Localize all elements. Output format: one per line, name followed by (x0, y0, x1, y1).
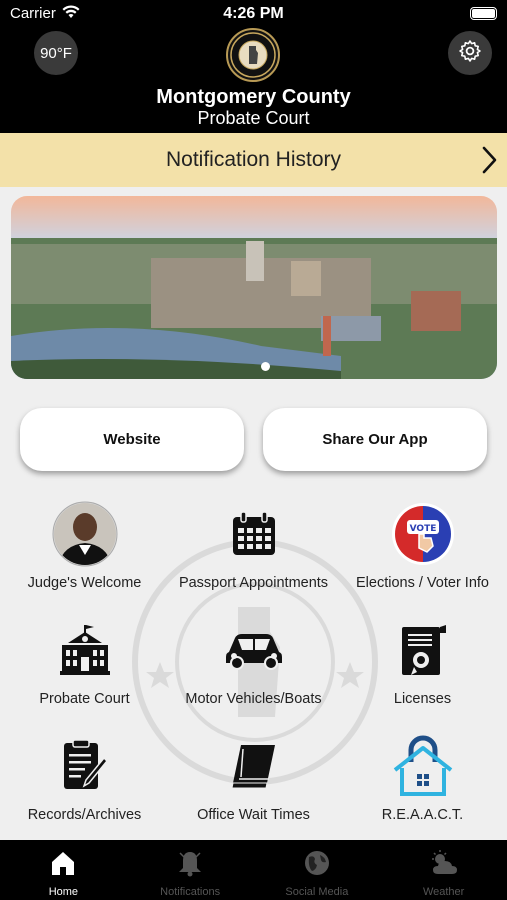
grid-label: R.E.A.A.C.T. (381, 807, 464, 823)
grid-label: Probate Court (39, 691, 130, 707)
courthouse-icon (52, 617, 118, 683)
tab-home[interactable]: Home (0, 840, 127, 900)
notification-history-bar[interactable]: Notification History (0, 133, 507, 187)
records-icon (52, 733, 118, 799)
globe-icon (303, 849, 331, 882)
website-button[interactable]: Website (20, 408, 244, 471)
office-wait-times-item[interactable]: Office Wait Times (169, 733, 338, 823)
grid-label: Records/Archives (27, 807, 142, 823)
tab-notifications[interactable]: Notifications (127, 840, 254, 900)
tab-label: Weather (422, 886, 465, 898)
home-icon (49, 849, 77, 882)
temperature-button[interactable]: 90°F (34, 31, 78, 75)
tab-social-media[interactable]: Social Media (254, 840, 381, 900)
records-archives-item[interactable]: Records/Archives (0, 733, 169, 823)
motor-vehicles-boats-item[interactable]: Motor Vehicles/Boats (169, 617, 338, 707)
probate-court-seal-logo (226, 28, 280, 82)
bell-icon (176, 849, 204, 882)
chevron-right-icon (479, 145, 499, 180)
grid-label: Licenses (393, 691, 452, 707)
elections-voter-info-item[interactable]: VOTE Elections / Voter Info (338, 501, 507, 591)
city-skyline-banner-image[interactable] (11, 196, 497, 379)
book-icon (221, 733, 287, 799)
weather-icon (429, 849, 459, 882)
home-lock-icon (390, 733, 456, 799)
vote-icon: VOTE (390, 501, 456, 567)
app-header: 90°F Montgomery County Probate Court (0, 28, 507, 133)
clock: 4:26 PM (223, 5, 284, 22)
gear-icon (458, 39, 482, 68)
notification-history-label: Notification History (165, 148, 342, 171)
page-title: Montgomery County (156, 86, 351, 108)
grid-label: Office Wait Times (197, 807, 310, 823)
tab-label: Notifications (160, 886, 221, 898)
battery-icon (470, 7, 497, 20)
grid-label: Passport Appointments (178, 575, 329, 591)
judges-welcome-item[interactable]: Judge's Welcome (0, 501, 169, 591)
grid-label: Elections / Voter Info (356, 575, 489, 591)
grid-label: Motor Vehicles/Boats (185, 691, 322, 707)
licenses-item[interactable]: Licenses (338, 617, 507, 707)
tab-label: Social Media (285, 886, 349, 898)
status-bar: Carrier 4:26 PM (0, 0, 507, 28)
reaact-item[interactable]: R.E.A.A.C.T. (338, 733, 507, 823)
main-content: Website Share Our App Judge's Welcome Pa… (0, 187, 507, 840)
tab-bar: Home Notifications Social Media Weather (0, 840, 507, 900)
license-icon (390, 617, 456, 683)
calendar-icon (221, 501, 287, 567)
tab-label: Home (48, 886, 79, 898)
settings-button[interactable] (448, 31, 492, 75)
grid-label: Judge's Welcome (27, 575, 142, 591)
tab-weather[interactable]: Weather (380, 840, 507, 900)
carousel-page-indicator[interactable] (261, 362, 270, 371)
share-app-button[interactable]: Share Our App (263, 408, 487, 471)
probate-court-item[interactable]: Probate Court (0, 617, 169, 707)
passport-appointments-item[interactable]: Passport Appointments (169, 501, 338, 591)
svg-text:VOTE: VOTE (409, 524, 436, 534)
judge-photo (52, 501, 118, 567)
page-subtitle: Probate Court (197, 108, 310, 128)
car-icon (221, 617, 287, 683)
